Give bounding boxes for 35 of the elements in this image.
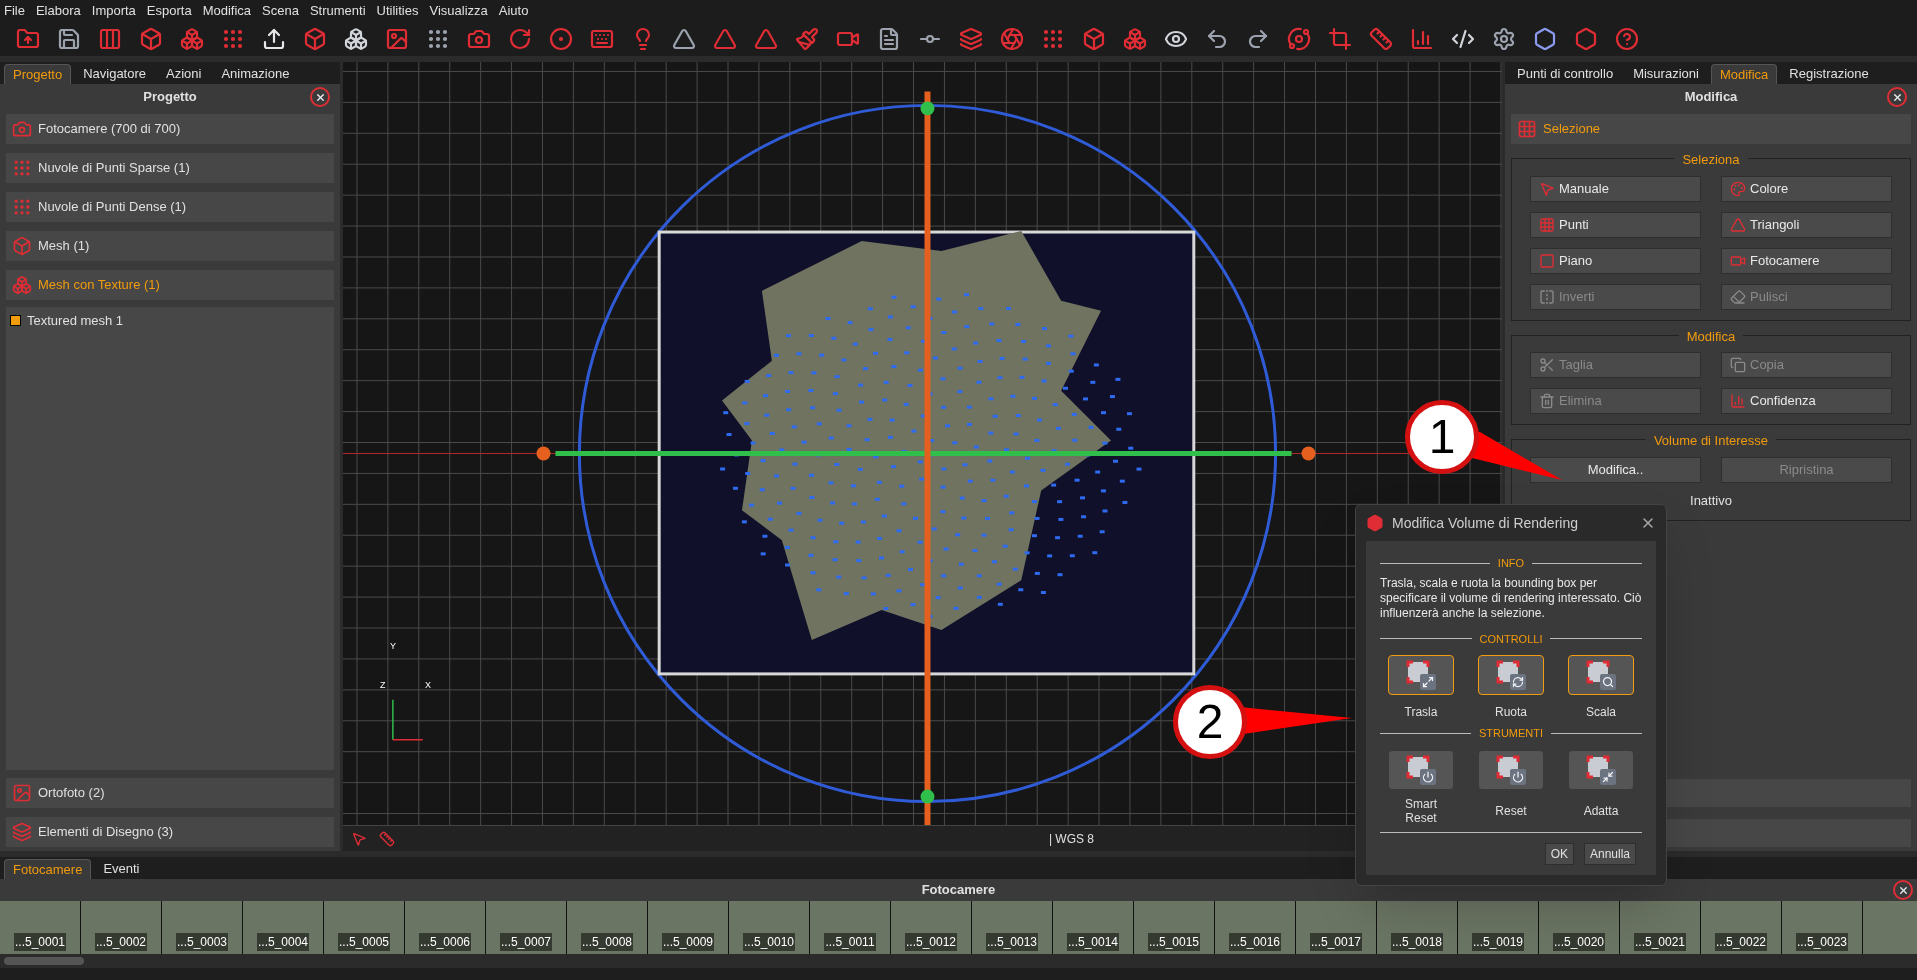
thumbnail-label: ...5_0016 [1228, 933, 1281, 951]
coordinate-system-label: | WGS 8 [1048, 830, 1094, 848]
thumbnail-label: ...5_0002 [94, 933, 147, 951]
thumbnail-label: ...5_0017 [1309, 933, 1362, 951]
thumbnail-label: ...5_0012 [904, 933, 957, 951]
control-label: Scala [1586, 704, 1616, 721]
axis-label: Y [390, 640, 396, 653]
panel-title: Fotocamere [921, 881, 996, 900]
panel-title: Modifica [1684, 88, 1738, 107]
status-text: Inattivo [1690, 491, 1732, 510]
thumbnail-label: ...5_0003 [175, 933, 228, 951]
axis-label: Z [380, 679, 386, 692]
thumbnail-label: ...5_0009 [661, 933, 714, 951]
thumbnail-label: ...5_0006 [418, 933, 471, 951]
thumbnail-label: ...5_0005 [337, 933, 390, 951]
thumbnail-label: ...5_0014 [1066, 933, 1119, 951]
tool-label: Adatta [1582, 802, 1620, 820]
thumbnail-label: ...5_0019 [1471, 933, 1524, 951]
tool-label: Smart Reset [1404, 795, 1438, 826]
thumbnail-label: ...5_0001 [13, 933, 66, 951]
thumbnail-label: ...5_0015 [1147, 933, 1200, 951]
thumbnail-label: ...5_0018 [1390, 933, 1443, 951]
thumbnail-label: ...5_0010 [742, 933, 795, 951]
control-label: Trasla [1404, 704, 1438, 721]
thumbnail-label: ...5_0022 [1714, 933, 1767, 951]
thumbnail-label: ...5_0020 [1552, 933, 1605, 951]
thumbnail-label: ...5_0023 [1795, 933, 1848, 951]
thumbnail-label: ...5_0013 [985, 933, 1038, 951]
thumbnail-label: ...5_0008 [580, 933, 633, 951]
thumbnail-label: ...5_0011 [824, 933, 876, 951]
thumbnail-label: ...5_0007 [499, 933, 552, 951]
axis-label: X [425, 679, 431, 692]
panel-title: Progetto [143, 88, 197, 107]
thumbnail-label: ...5_0004 [256, 933, 309, 951]
thumbnail-label: ...5_0021 [1633, 933, 1686, 951]
